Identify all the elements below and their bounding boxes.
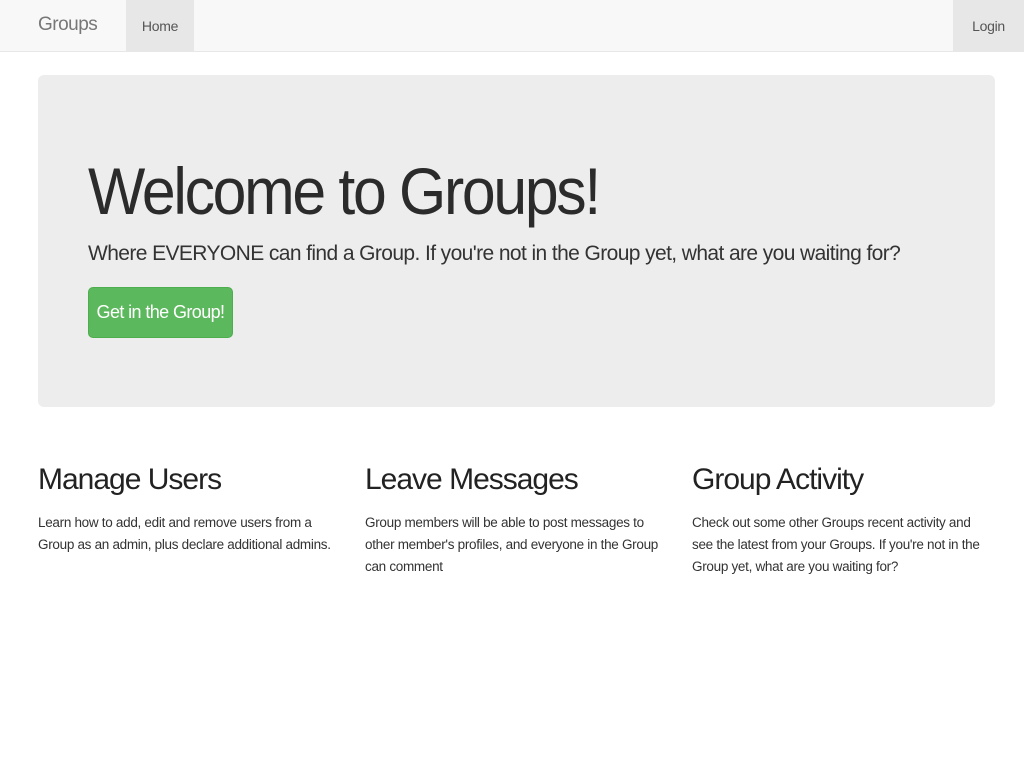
nav-home[interactable]: Home bbox=[126, 0, 194, 52]
feature-group-activity: Group Activity Check out some other Grou… bbox=[692, 463, 992, 578]
feature-leave-messages: Leave Messages Group members will be abl… bbox=[365, 463, 665, 578]
navbar: Groups Home Login bbox=[0, 0, 1024, 52]
feature-title: Group Activity bbox=[692, 463, 864, 496]
feature-title: Manage Users bbox=[38, 463, 222, 496]
feature-manage-users: Manage Users Learn how to add, edit and … bbox=[38, 463, 338, 556]
feature-text: Learn how to add, edit and remove users … bbox=[38, 515, 331, 552]
feature-text: Group members will be able to post messa… bbox=[365, 515, 658, 574]
hero-title: Welcome to Groups! bbox=[88, 154, 601, 228]
hero-subtitle: Where EVERYONE can find a Group. If you'… bbox=[88, 242, 901, 265]
nav-login[interactable]: Login bbox=[953, 0, 1024, 52]
hero-jumbotron: Welcome to Groups! Where EVERYONE can fi… bbox=[38, 75, 995, 407]
feature-title: Leave Messages bbox=[365, 463, 579, 496]
get-in-group-button[interactable]: Get in the Group! bbox=[88, 287, 233, 338]
feature-text: Check out some other Groups recent activ… bbox=[692, 515, 980, 574]
brand-link[interactable]: Groups bbox=[38, 14, 98, 36]
